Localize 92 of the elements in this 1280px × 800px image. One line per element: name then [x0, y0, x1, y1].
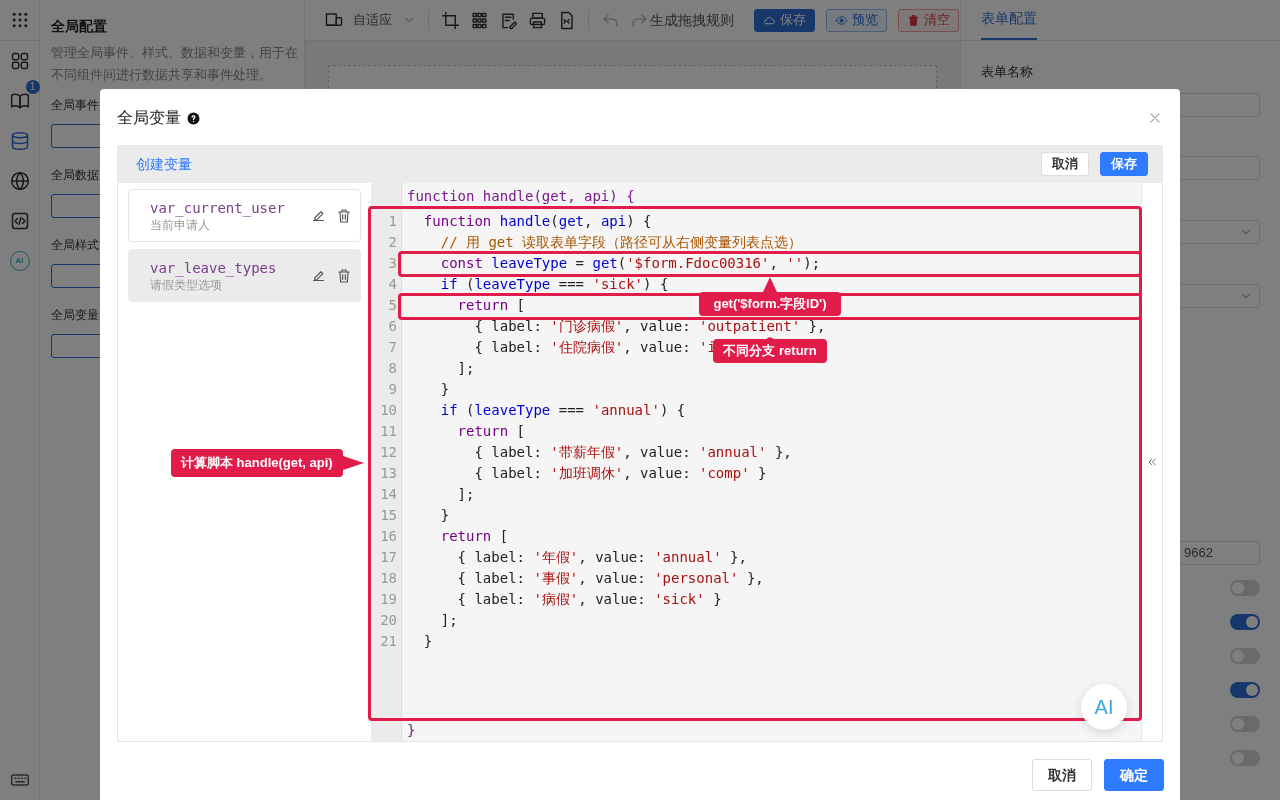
code-line: { label: '带薪年假', value: 'annual' }, — [473, 443, 792, 462]
code-line: if (leaveType === 'sick') { — [439, 275, 669, 294]
code-line: ]; — [439, 611, 458, 630]
line-number: 19 — [379, 590, 398, 609]
line-number: 4 — [387, 275, 398, 294]
callout: 计算脚本 handle(get, api) — [171, 449, 364, 477]
line-number: 11 — [379, 422, 398, 441]
book-icon[interactable] — [9, 91, 30, 111]
field-label: 表单名称 — [981, 63, 1034, 81]
line-number: 14 — [379, 485, 398, 504]
line-number: 16 — [379, 527, 398, 546]
dialog-button[interactable]: 确定 — [1104, 759, 1164, 791]
database-icon[interactable] — [9, 131, 30, 151]
notification-badge: 1 — [25, 80, 40, 94]
line-number: 7 — [387, 338, 398, 357]
variable-description: 请假类型选项 — [150, 277, 223, 293]
callout: get('$form.字段ID') — [699, 277, 841, 316]
eye-icon — [835, 13, 848, 27]
code-line: { label: '病假', value: 'sick' } — [456, 590, 722, 609]
line-number: 1 — [387, 212, 398, 231]
code-line: return [ — [456, 296, 525, 315]
line-number: 17 — [379, 548, 398, 567]
variable-item[interactable]: var_leave_types 请假类型选项 — [128, 249, 361, 302]
line-number: 21 — [379, 632, 398, 651]
line-number: 2 — [387, 233, 398, 252]
globe-icon[interactable] — [9, 171, 30, 191]
code-line: } — [439, 506, 450, 525]
code-line: } — [439, 380, 450, 399]
code-line: if (leaveType === 'annual') { — [439, 401, 686, 420]
section-label: 全局样式 — [51, 237, 100, 254]
layout-icon[interactable] — [9, 51, 30, 71]
line-number: 12 — [379, 443, 398, 462]
print-icon[interactable] — [528, 10, 547, 30]
crop-icon[interactable] — [441, 10, 460, 30]
code-line: function handle(get, api) { — [422, 212, 652, 231]
toggle-switch[interactable] — [1230, 682, 1260, 698]
callout: 不同分支 return — [713, 337, 827, 363]
edit-icon[interactable] — [311, 268, 326, 283]
line-number: 6 — [387, 317, 398, 336]
line-number: 13 — [379, 464, 398, 483]
variable-name: var_leave_types — [150, 258, 278, 277]
section-label: 全局变量 — [51, 307, 100, 324]
code-line: { label: '加班调休', value: 'comp' } — [473, 464, 767, 483]
double-chevron-left-icon[interactable] — [1146, 456, 1158, 468]
toolbar-button[interactable]: 清空 — [898, 8, 959, 32]
dialog-button[interactable]: 保存 — [1100, 152, 1148, 176]
line-number: 10 — [379, 401, 398, 420]
dialog-title: 全局变量 — [117, 108, 181, 128]
line-number: 18 — [379, 569, 398, 588]
create-variable-link[interactable]: 创建变量 — [136, 153, 192, 175]
trash-icon[interactable] — [336, 207, 352, 224]
line-number: 8 — [387, 359, 398, 378]
variable-description: 当前申请人 — [150, 217, 211, 233]
generate-rule-button[interactable]: 生成拖拽规则 — [630, 9, 734, 31]
close-icon[interactable] — [1148, 111, 1162, 125]
line-number: 3 — [387, 254, 398, 273]
code-line: ]; — [456, 485, 475, 504]
dialog-button[interactable]: 取消 — [1041, 152, 1089, 176]
tab[interactable]: 表单配置 — [981, 0, 1037, 40]
variable-item[interactable]: var_current_user 当前申请人 — [128, 189, 361, 242]
code-line: ]; — [456, 359, 475, 378]
code-line: { label: '事假', value: 'personal' }, — [456, 569, 764, 588]
code-line: // 用 get 读取表单字段（路径可从右侧变量列表点选） — [439, 233, 803, 252]
panel-title: 全局配置 — [51, 17, 108, 36]
section-label: 全局数据 — [51, 167, 100, 184]
dialog-button[interactable]: 取消 — [1032, 759, 1092, 791]
code-line: function handle(get, api) { — [407, 187, 636, 206]
toolbar-button[interactable]: 保存 — [754, 8, 815, 32]
device-icon[interactable] — [325, 11, 343, 29]
line-number: 20 — [379, 611, 398, 630]
code-line: } — [407, 721, 416, 740]
code-line: { label: '年假', value: 'annual' }, — [456, 548, 747, 567]
help-icon[interactable] — [187, 111, 200, 125]
toggle-switch[interactable] — [1230, 614, 1260, 630]
code-line: const leaveType = get('$form.Fdoc00316', ''); — [439, 254, 821, 273]
trash-icon[interactable] — [336, 267, 352, 284]
code-icon[interactable] — [9, 211, 30, 231]
edit-icon[interactable] — [499, 10, 518, 30]
code-line: } — [422, 632, 433, 651]
line-number: 9 — [387, 380, 398, 399]
device-select[interactable]: 自适应 — [353, 10, 416, 30]
grid-icon[interactable] — [470, 10, 489, 30]
variable-name: var_current_user — [150, 198, 286, 217]
code-line: return [ — [439, 527, 509, 546]
line-number: 5 — [387, 296, 398, 315]
toolbar-button[interactable]: 预览 — [826, 8, 887, 32]
section-label: 全局事件 — [51, 97, 100, 114]
edit-icon[interactable] — [311, 208, 326, 223]
line-number: 15 — [379, 506, 398, 525]
trash-icon — [907, 13, 920, 27]
code-line: { label: '门诊病假', value: 'outpatient' }, — [473, 317, 826, 336]
code-line: return [ — [456, 422, 525, 441]
